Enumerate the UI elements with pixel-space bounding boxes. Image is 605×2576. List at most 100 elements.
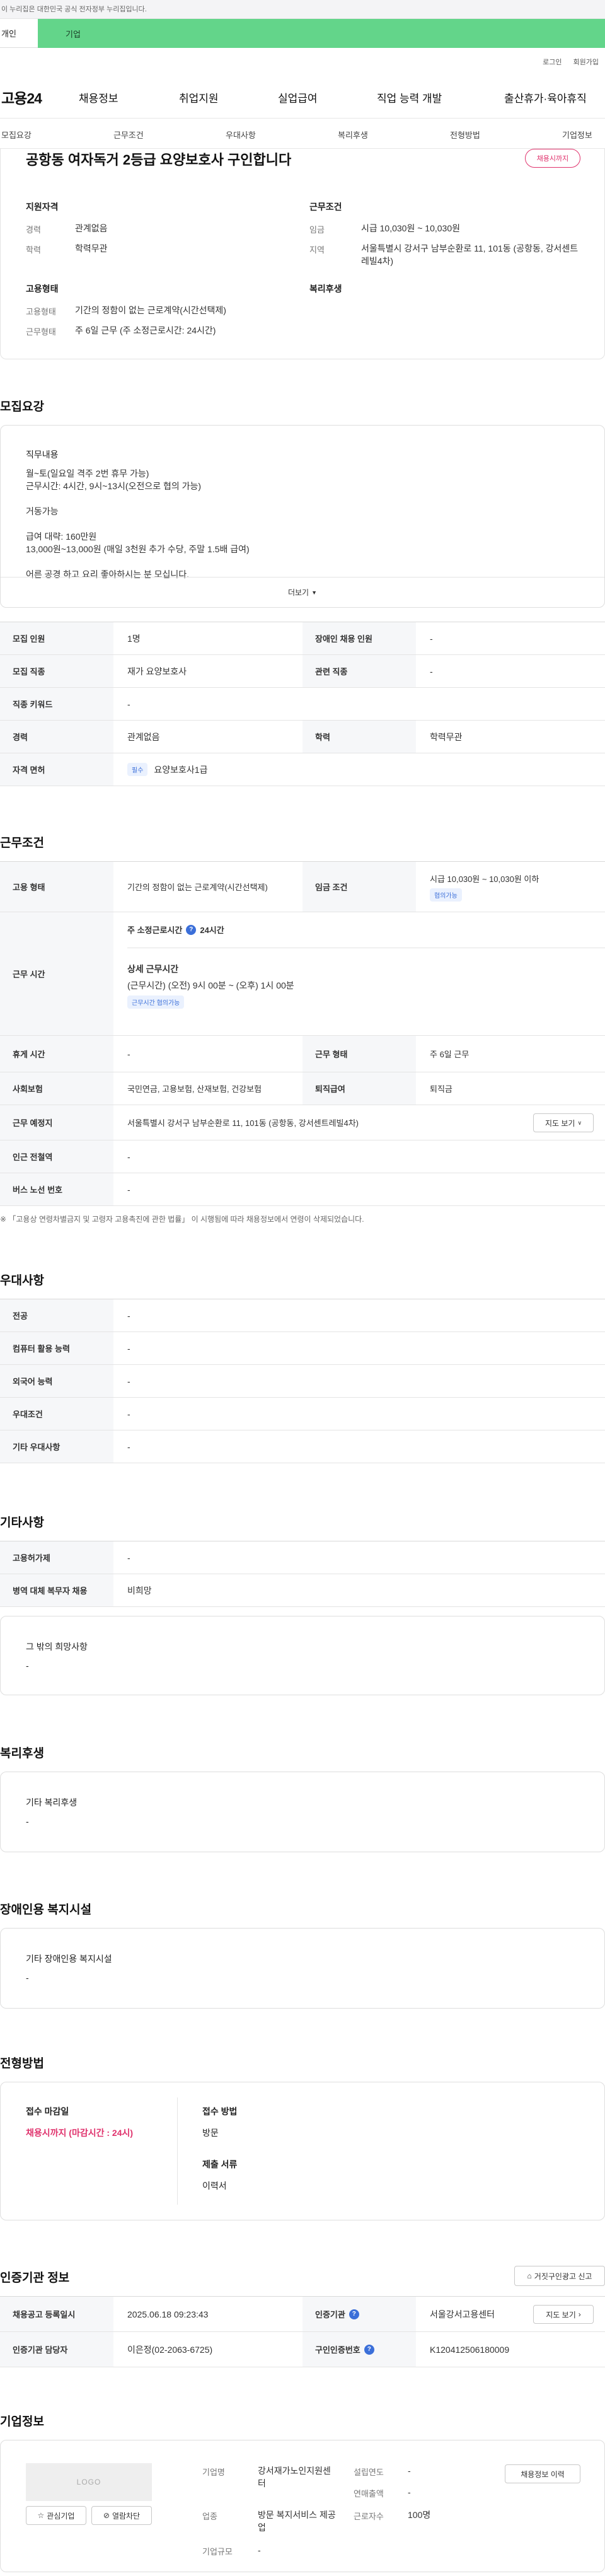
table-key: 자격 면허 [0, 753, 113, 786]
gov-notice: 이 누리집은 대한민국 공식 전자정부 누리집입니다. [1, 6, 147, 13]
interest-label: 관심기업 [47, 2511, 75, 2521]
table-row: 전공 - [0, 1299, 605, 1332]
table-value: 퇴직금 [430, 1084, 452, 1094]
table-value: - [127, 1151, 130, 1162]
worktype-value: 주 6일 근무 (주 소정근로시간: 24시간) [75, 325, 216, 335]
report-button[interactable]: ⌂ 거짓구인광고 신고 [514, 2266, 605, 2286]
region-key: 지역 [309, 245, 325, 255]
cert-no-key: 구인인증번호 [315, 2345, 360, 2355]
size-key: 기업규모 [202, 2547, 233, 2556]
table-key: 인증기관? [302, 2297, 416, 2331]
table-row: 외국어 능력 - [0, 1365, 605, 1398]
table-value: 재가 요양보호사 [127, 666, 187, 676]
founded-key: 설립연도 [354, 2468, 384, 2477]
gnb-employment-support[interactable]: 취업지원 [179, 90, 219, 105]
more-label: 더보기 [287, 588, 309, 597]
info-icon[interactable]: ? [349, 2309, 359, 2319]
table-value: K120412506180009 [430, 2344, 510, 2355]
weekly-hours: 주 소정근로시간? 24시간 [127, 924, 224, 936]
founded-value: - [408, 2466, 411, 2476]
interest-button[interactable]: ☆ 관심기업 [26, 2506, 86, 2525]
star-icon: ☆ [37, 2511, 45, 2520]
anchor-work[interactable]: 근무조건 [113, 129, 144, 141]
weekly-hours-label: 주 소정근로시간 [127, 925, 183, 935]
table-row: 버스 노선 번호 - [0, 1173, 605, 1206]
career-key: 경력 [26, 225, 41, 235]
map-button[interactable]: 지도 보기 ∨ [533, 1113, 594, 1132]
table-key: 컴퓨터 활용 능력 [0, 1332, 113, 1364]
table-value: - [127, 699, 130, 709]
table-row: 모집 직종 재가 요양보호사 관련 직종 - [0, 655, 605, 688]
table-key: 인근 전철역 [0, 1140, 113, 1173]
gnb-skills-development[interactable]: 직업 능력 개발 [377, 90, 442, 105]
tab-company[interactable]: 기업 [38, 19, 605, 48]
gnb-unemployment-benefit[interactable]: 실업급여 [278, 90, 318, 105]
table-value: 비희망 [127, 1585, 152, 1596]
table-row: 우대조건 - [0, 1398, 605, 1430]
welfare-label: 기타 복리후생 [26, 1797, 78, 1807]
duty-label: 직무내용 [26, 450, 59, 460]
anchor-pref[interactable]: 우대사항 [226, 129, 256, 141]
table-key: 기타 우대사항 [0, 1430, 113, 1463]
process-box: 접수 마감일 채용시까지 (마감시간 : 24시) 접수 방법 방문 제출 서류… [0, 2082, 605, 2220]
duty-line: 월~토(일요일 격주 2번 휴무 가능) [26, 468, 149, 479]
table-key: 고용 형태 [0, 862, 113, 912]
table-key: 휴게 시간 [0, 1036, 113, 1072]
duty-line: 13,000원~13,000원 (매일 3천원 추가 수당, 주말 1.5배 급… [26, 544, 250, 554]
map-button-label: 지도 보기 [544, 1118, 575, 1128]
tab-personal[interactable]: 개인 [0, 19, 38, 48]
job-history-button[interactable]: 채용정보 이력 [505, 2464, 580, 2483]
table-key: 고용허가제 [0, 1541, 113, 1574]
anchor-process[interactable]: 전형방법 [450, 129, 480, 141]
duty-line [26, 555, 250, 568]
other-wish-label: 그 밖의 희망사항 [26, 1642, 88, 1652]
docs-label: 제출 서류 [202, 2159, 238, 2169]
table-value: 국민연금, 고용보험, 산재보험, 건강보험 [127, 1084, 262, 1094]
hours-cell: 주 소정근로시간? 24시간 상세 근무시간 (근무시간) (오전) 9시 00분… [113, 912, 605, 1035]
map-button-label: 지도 보기 [546, 2310, 576, 2319]
table-value: - [127, 1441, 130, 1452]
etc-table: 고용허가제 - 병역 대체 복무자 채용 비희망 [0, 1541, 605, 1607]
cert-table: 채용공고 등록일시 2025.06.18 09:23:43 인증기관? 서울강서… [0, 2296, 605, 2367]
block-label: 열람차단 [112, 2511, 141, 2521]
table-value: 기간의 정함이 없는 근로계약(시간선택제) [127, 883, 268, 892]
anchor-company[interactable]: 기업정보 [562, 129, 592, 141]
chevron-down-icon: ▼ [311, 589, 318, 596]
site-logo[interactable]: 고용24 [0, 86, 76, 108]
report-button-label: 거짓구인광고 신고 [534, 2271, 592, 2281]
table-value: - [127, 1552, 130, 1563]
gnb-jobs[interactable]: 채용정보 [79, 90, 118, 105]
company-title: 기업정보 [0, 2415, 44, 2428]
table-key: 근무 형태 [302, 1036, 416, 1072]
welfare-title: 복리후생 [0, 1747, 44, 1760]
block-button[interactable]: ⊘ 열람차단 [91, 2506, 152, 2525]
table-value: - [127, 1343, 130, 1354]
method-value: 방문 [202, 2128, 219, 2138]
method-label: 접수 방법 [202, 2106, 238, 2116]
info-icon[interactable]: ? [186, 924, 197, 935]
table-value: - [430, 666, 433, 676]
login-link[interactable]: 로그인 [543, 57, 562, 67]
anchor-recruit[interactable]: 모집요강 [1, 129, 32, 141]
table-value: 이은정(02-2063-6725) [127, 2344, 213, 2355]
emptype-value: 기간의 정함이 없는 근로계약(시간선택제) [75, 305, 226, 315]
docs-value: 이력서 [202, 2181, 227, 2191]
cert-map-button[interactable]: 지도 보기 › [533, 2305, 594, 2324]
table-key: 근무 시간 [0, 912, 113, 1035]
industry-key: 업종 [202, 2512, 217, 2521]
wage-key: 임금 [309, 225, 325, 235]
cert-org-key: 인증기관 [315, 2310, 345, 2319]
more-button[interactable]: 더보기 ▼ [1, 577, 604, 607]
signup-link[interactable]: 회원가입 [573, 57, 599, 67]
user-type-tabs: 개인 기업 [0, 19, 605, 48]
table-row: 직종 키워드 - [0, 688, 605, 721]
table-value: - [430, 633, 433, 644]
detail-hours-value: (근무시간) (오전) 9시 00분 ~ (오후) 1시 00분 [127, 980, 294, 990]
gnb-parental-leave[interactable]: 출산휴가·육아휴직 [504, 90, 587, 105]
emp-label: 고용형태 [26, 284, 59, 294]
table-value: - [127, 1184, 130, 1195]
sales-value: - [408, 2487, 411, 2497]
deadline-label: 접수 마감일 [26, 2106, 69, 2116]
info-icon[interactable]: ? [364, 2344, 374, 2355]
anchor-welfare[interactable]: 복리후생 [338, 129, 368, 141]
